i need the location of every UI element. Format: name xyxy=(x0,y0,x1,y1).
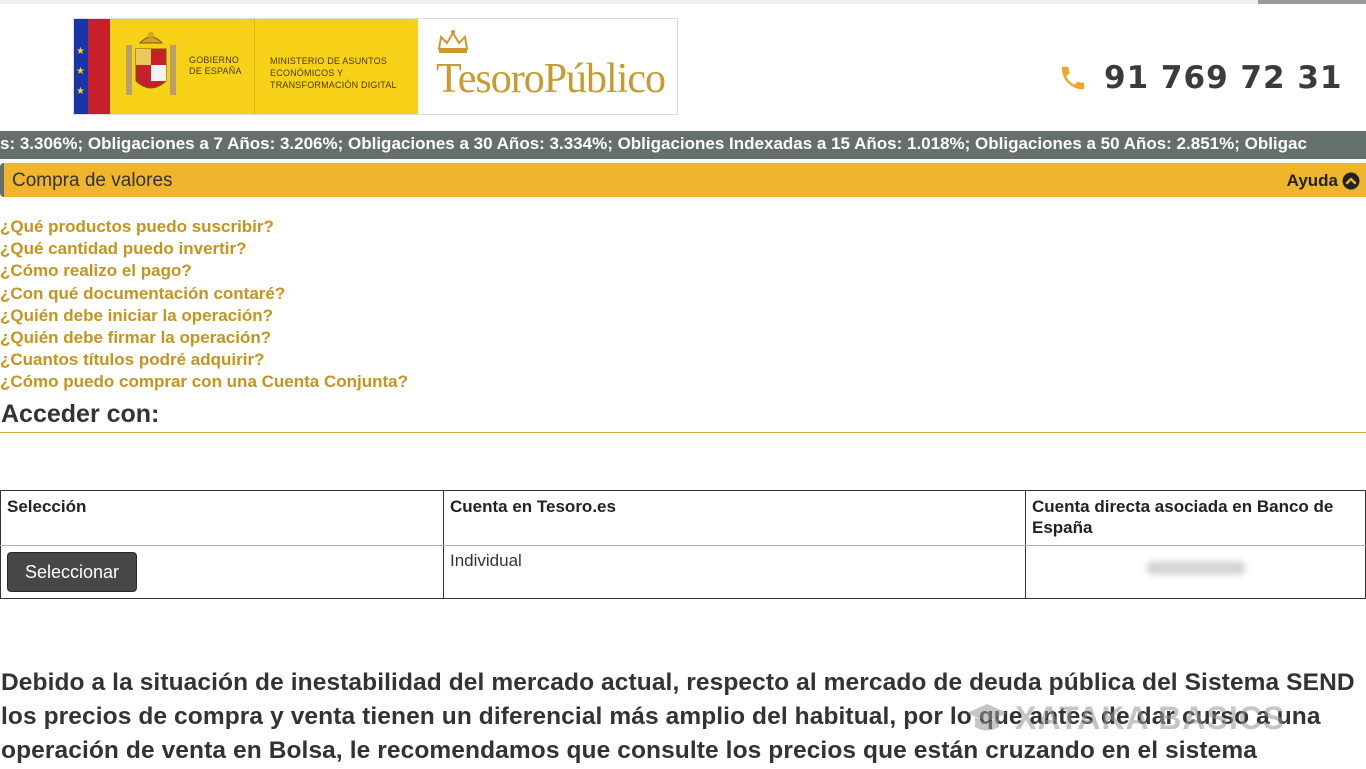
coat-of-arms-icon xyxy=(126,32,176,95)
faq-link[interactable]: ¿Cómo puedo comprar con una Cuenta Conju… xyxy=(0,371,408,393)
column-header-cuenta-banco: Cuenta directa asociada en Banco de Espa… xyxy=(1025,490,1366,546)
phone-icon xyxy=(1061,66,1085,90)
faq-link[interactable]: ¿Con qué documentación contaré? xyxy=(0,283,408,305)
selection-cell: Seleccionar xyxy=(0,545,444,599)
column-header-seleccion: Selección xyxy=(0,490,444,546)
section-title: Compra de valores xyxy=(12,170,173,191)
chevron-up-circle-icon xyxy=(1342,172,1360,190)
faq-link[interactable]: ¿Qué cantidad puedo invertir? xyxy=(0,238,408,260)
eu-spain-flag-icon: ★ ★ ★ xyxy=(74,19,110,114)
redacted-account-number xyxy=(1145,561,1246,575)
contact-phone[interactable]: 91 769 72 31 xyxy=(1058,58,1343,98)
account-type-cell: Individual xyxy=(443,545,1026,599)
access-heading: Acceder con: xyxy=(1,400,160,428)
faq-link[interactable]: ¿Quién debe firmar la operación? xyxy=(0,327,408,349)
government-logo[interactable]: ★ ★ ★ GOBIERNO DE ESPAÑA MINISTERIO DE A… xyxy=(73,18,678,115)
tesoro-publico-brand: TesoroPúblico xyxy=(436,56,666,102)
account-selection-table: Selección Cuenta en Tesoro.es Cuenta dir… xyxy=(0,490,1366,599)
site-header: ★ ★ ★ GOBIERNO DE ESPAÑA MINISTERIO DE A… xyxy=(0,4,1366,132)
gobierno-text: GOBIERNO DE ESPAÑA xyxy=(189,55,242,76)
seleccionar-button[interactable]: Seleccionar xyxy=(7,552,137,592)
faq-link[interactable]: ¿Qué productos puedo suscribir? xyxy=(0,216,408,238)
column-header-cuenta-tesoro: Cuenta en Tesoro.es xyxy=(443,490,1026,546)
section-header: Compra de valores Ayuda xyxy=(0,163,1366,197)
help-toggle[interactable]: Ayuda xyxy=(1287,171,1360,191)
crown-icon xyxy=(437,30,469,53)
faq-list: ¿Qué productos puedo suscribir? ¿Qué can… xyxy=(0,216,408,394)
watermark-text: XATAKA BASICS xyxy=(1015,700,1286,736)
watermark: XATAKA BASICS xyxy=(965,700,1285,737)
rates-ticker: s: 3.306%; Obligaciones a 7 Años: 3.206%… xyxy=(0,131,1366,159)
bank-account-cell xyxy=(1025,545,1366,599)
help-label: Ayuda xyxy=(1286,171,1338,190)
graduation-cap-icon xyxy=(967,703,1007,730)
logo-divider xyxy=(254,19,255,114)
access-divider xyxy=(0,432,1366,433)
ministerio-text: MINISTERIO DE ASUNTOS ECONÓMICOS Y TRANS… xyxy=(270,56,397,90)
ticker-text: s: 3.306%; Obligaciones a 7 Años: 3.206%… xyxy=(0,134,1307,153)
government-logo-band: ★ ★ ★ GOBIERNO DE ESPAÑA MINISTERIO DE A… xyxy=(74,19,418,114)
faq-link[interactable]: ¿Quién debe iniciar la operación? xyxy=(0,305,408,327)
table-row: Seleccionar Individual xyxy=(0,545,1366,599)
table-header-row: Selección Cuenta en Tesoro.es Cuenta dir… xyxy=(0,490,1366,546)
faq-link[interactable]: ¿Cómo realizo el pago? xyxy=(0,260,408,282)
faq-link[interactable]: ¿Cuantos títulos podré adquirir? xyxy=(0,349,408,371)
phone-number: 91 769 72 31 xyxy=(1104,60,1343,96)
